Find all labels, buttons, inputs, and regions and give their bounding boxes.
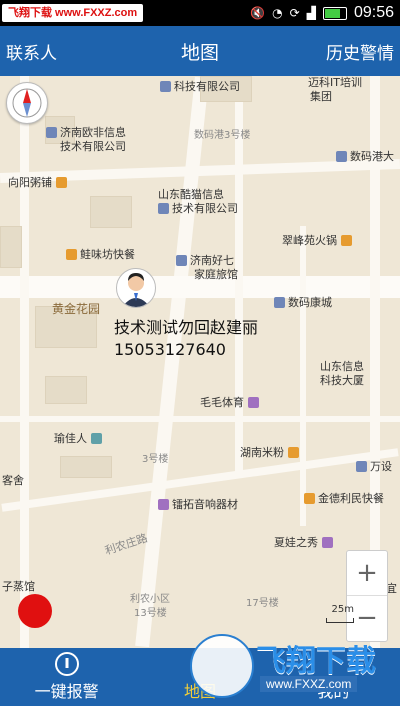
road bbox=[300, 226, 306, 526]
building bbox=[90, 196, 132, 228]
building bbox=[0, 226, 22, 268]
map-label: 翠峰苑火锅 bbox=[282, 232, 355, 248]
alarm-icon bbox=[54, 652, 79, 676]
watermark-logo-icon bbox=[190, 634, 254, 698]
map-label: 集团 bbox=[310, 90, 332, 103]
sync-icon: ⟳ bbox=[289, 6, 300, 20]
map-label: 科技有限公司 bbox=[160, 78, 240, 94]
history-alerts-button[interactable]: 历史警情 bbox=[326, 39, 394, 64]
scale-bar bbox=[326, 618, 354, 623]
map-label: 数码港大 bbox=[336, 148, 394, 164]
road bbox=[135, 76, 209, 648]
wifi-icon: ◔ bbox=[272, 6, 283, 20]
map-label: 13号楼 bbox=[134, 608, 167, 619]
compass-icon[interactable] bbox=[6, 82, 48, 124]
map-label: 技术有限公司 bbox=[158, 200, 238, 216]
map-label: 镭拓音响器材 bbox=[158, 496, 238, 512]
building bbox=[60, 456, 112, 478]
marker-name: 技术测试勿回赵建丽 bbox=[114, 318, 259, 337]
map-label: 瑜佳人 bbox=[54, 430, 105, 446]
tab-label: 一键报警 bbox=[34, 682, 99, 701]
signal-icon: ▟ bbox=[306, 6, 316, 20]
building bbox=[45, 376, 87, 404]
map-label: 湖南米粉 bbox=[240, 444, 302, 460]
map-label: 鲑味坊快餐 bbox=[66, 246, 135, 262]
tab-alarm[interactable]: 一键报警 bbox=[0, 648, 133, 706]
map-label: 科技大厦 bbox=[320, 374, 364, 387]
contacts-button[interactable]: 联系人 bbox=[6, 39, 57, 64]
watermark-brand: 飞翔下载 bbox=[256, 644, 376, 679]
zoom-in-button[interactable]: + bbox=[347, 551, 387, 596]
marker-phone: 15053127640 bbox=[114, 340, 226, 359]
page-title: 地图 bbox=[180, 41, 220, 64]
map-label: 黄金花园 bbox=[52, 302, 101, 316]
scale-label: 25m bbox=[331, 604, 354, 615]
map-label: 数码港3号楼 bbox=[194, 130, 251, 141]
watermark-overlay: 飞翔下载 www.FXXZ.com bbox=[190, 634, 390, 698]
record-button[interactable] bbox=[18, 594, 52, 628]
status-bar: 飞翔下载 www.FXXZ.com 🔇 ◔ ⟳ ▟ 09:56 bbox=[0, 0, 400, 26]
zoom-control: + − bbox=[346, 550, 388, 642]
map-label: 3号楼 bbox=[142, 454, 169, 465]
map-label: 毛毛体育 bbox=[200, 394, 262, 410]
map-label: 金德利民快餐 bbox=[304, 490, 384, 506]
map-label: 万设 bbox=[356, 458, 392, 474]
watermark-url: www.FXXZ.com bbox=[260, 676, 358, 692]
map-label: 利农小区 bbox=[130, 594, 170, 605]
street-label: 利农庄路 bbox=[103, 531, 150, 558]
road bbox=[20, 76, 29, 648]
map-label: 向阳粥铺 bbox=[8, 174, 70, 190]
clock: 09:56 bbox=[353, 4, 394, 21]
map-label: 夏娃之秀 bbox=[274, 534, 336, 550]
map-view[interactable]: 科技有限公司 迈科IT培训 集团 济南欧非信息 技术有限公司 数码港3号楼 向阳… bbox=[0, 76, 400, 648]
app-header: 联系人 地图 历史警情 bbox=[0, 26, 400, 76]
map-label: 技术有限公司 bbox=[60, 140, 126, 153]
map-label: 17号楼 bbox=[246, 598, 279, 609]
user-avatar-marker[interactable] bbox=[116, 268, 156, 308]
mute-icon: 🔇 bbox=[250, 6, 266, 20]
watermark-label: 飞翔下载 www.FXXZ.com bbox=[2, 4, 144, 22]
status-icons: 🔇 ◔ ⟳ ▟ 09:56 bbox=[250, 0, 394, 26]
map-label: 子蒸馆 bbox=[2, 580, 35, 593]
road bbox=[0, 416, 400, 422]
map-label: 数码康城 bbox=[274, 294, 332, 310]
battery-icon bbox=[322, 6, 347, 20]
map-label: 家庭旅馆 bbox=[194, 268, 238, 281]
map-label: 客舍 bbox=[2, 474, 24, 487]
